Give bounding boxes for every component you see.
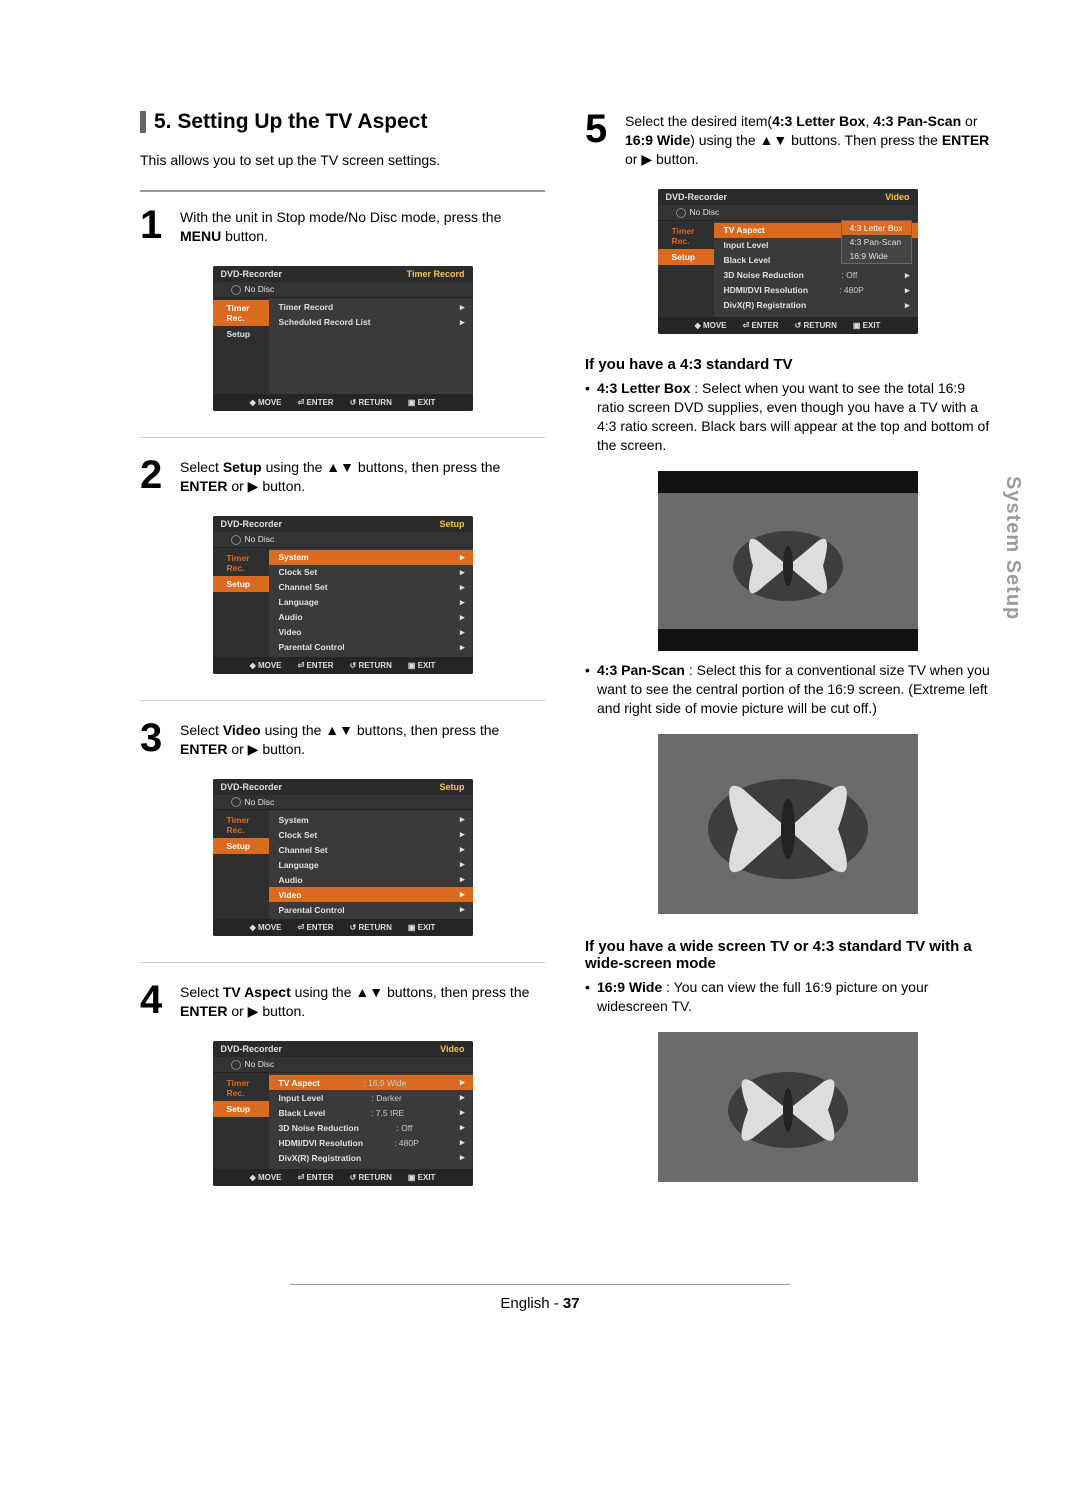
subhead-4-3: If you have a 4:3 standard TV xyxy=(585,356,990,373)
osd-side-timer: Timer Rec. xyxy=(213,300,269,326)
step-5: 5 Select the desired item(4:3 Letter Box… xyxy=(585,110,990,169)
step-3: 3 Select Video using the ▲▼ buttons, the… xyxy=(140,719,545,759)
disc-icon xyxy=(231,535,241,545)
step-number: 1 xyxy=(140,206,172,246)
osd-menu-3: DVD-RecorderSetup No Disc Timer Rec. Set… xyxy=(213,779,473,937)
illustration-letterbox xyxy=(658,471,918,651)
side-tab: System Setup xyxy=(1001,476,1024,620)
disc-icon xyxy=(231,797,241,807)
butterfly-icon xyxy=(658,471,918,651)
bullet-wide: • 16:9 Wide : You can view the full 16:9… xyxy=(585,978,990,1016)
osd-footer: ◆ MOVE ⏎ ENTER ↺ RETURN ▣ EXIT xyxy=(213,394,473,411)
illustration-wide xyxy=(658,1032,918,1182)
manual-page: 5. Setting Up the TV Aspect This allows … xyxy=(0,0,1080,1254)
page-footer: English - 37 xyxy=(290,1284,790,1312)
bullet-panscan: • 4:3 Pan-Scan : Select this for a conve… xyxy=(585,661,990,718)
osd-menu-5: DVD-RecorderVideo No Disc Timer Rec. Set… xyxy=(658,189,918,334)
disc-icon xyxy=(676,208,686,218)
intro-text: This allows you to set up the TV screen … xyxy=(140,152,545,168)
step-2: 2 Select Setup using the ▲▼ buttons, the… xyxy=(140,456,545,496)
divider xyxy=(140,190,545,192)
osd-side-setup: Setup xyxy=(213,326,269,342)
bullet-letterbox: • 4:3 Letter Box : Select when you want … xyxy=(585,379,990,455)
osd-menu-4: DVD-RecorderVideo No Disc Timer Rec. Set… xyxy=(213,1041,473,1186)
subhead-wide: If you have a wide screen TV or 4:3 stan… xyxy=(585,938,990,972)
butterfly-icon xyxy=(658,1032,918,1182)
step-4: 4 Select TV Aspect using the ▲▼ buttons,… xyxy=(140,981,545,1021)
illustration-panscan xyxy=(658,734,918,914)
osd-submenu: 4:3 Letter Box 4:3 Pan-Scan 16:9 Wide xyxy=(841,220,912,264)
disc-icon xyxy=(231,1060,241,1070)
osd-menu-2: DVD-RecorderSetup No Disc Timer Rec. Set… xyxy=(213,516,473,674)
step-1: 1 With the unit in Stop mode/No Disc mod… xyxy=(140,206,545,246)
butterfly-icon xyxy=(658,734,918,914)
disc-icon xyxy=(231,285,241,295)
step-text: With the unit in Stop mode/No Disc mode,… xyxy=(180,206,545,246)
section-title: 5. Setting Up the TV Aspect xyxy=(140,110,545,134)
chevron-right-icon: ▸ xyxy=(460,302,465,313)
right-column: 5 Select the desired item(4:3 Letter Box… xyxy=(585,110,990,1194)
osd-menu-1: DVD-RecorderTimer Record No Disc Timer R… xyxy=(213,266,473,411)
section-heading: Setting Up the TV Aspect xyxy=(177,110,427,134)
left-column: 5. Setting Up the TV Aspect This allows … xyxy=(140,110,545,1194)
section-number: 5. xyxy=(154,110,172,134)
section-bar-icon xyxy=(140,111,146,133)
